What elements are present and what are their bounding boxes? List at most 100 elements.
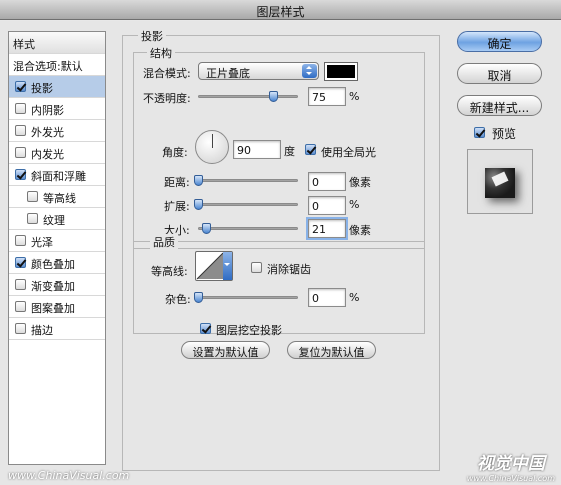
reset-default-button[interactable]: 复位为默认值 xyxy=(287,341,376,359)
opacity-input[interactable]: 75 xyxy=(308,87,346,106)
opacity-value: 75 xyxy=(312,91,326,104)
style-list-header[interactable]: 样式 xyxy=(9,32,105,54)
style-item-label: 等高线 xyxy=(43,192,76,205)
style-item[interactable]: 颜色叠加 xyxy=(9,252,105,274)
noise-input[interactable]: 0 xyxy=(308,288,346,307)
spread-slider[interactable] xyxy=(194,199,298,210)
noise-value: 0 xyxy=(312,292,319,305)
preview-shape xyxy=(485,168,515,198)
shadow-color-swatch[interactable] xyxy=(324,62,358,81)
distance-input[interactable]: 0 xyxy=(308,172,346,191)
contour-label: 等高线: xyxy=(151,265,188,278)
style-item-checkbox[interactable] xyxy=(15,235,26,246)
spread-input[interactable]: 0 xyxy=(308,196,346,215)
style-item[interactable]: 渐变叠加 xyxy=(9,274,105,296)
noise-label: 杂色: xyxy=(165,293,191,306)
style-item-label: 光泽 xyxy=(31,236,53,249)
spread-label: 扩展: xyxy=(164,200,190,213)
style-item-label: 图案叠加 xyxy=(31,302,75,315)
style-item[interactable]: 图案叠加 xyxy=(9,296,105,318)
style-item[interactable]: 描边 xyxy=(9,318,105,340)
style-item-checkbox[interactable] xyxy=(27,191,38,202)
style-item-label: 斜面和浮雕 xyxy=(31,170,86,183)
watermark-logo: 视觉中国 www.ChinaVisual.com xyxy=(467,449,555,483)
angle-dial[interactable] xyxy=(195,130,229,164)
style-item-checkbox[interactable] xyxy=(15,257,26,268)
size-slider-thumb[interactable] xyxy=(202,223,212,234)
size-slider-track xyxy=(198,227,298,230)
size-value: 21 xyxy=(312,223,326,236)
use-global-light-checkbox[interactable] xyxy=(305,144,316,155)
style-item[interactable]: 斜面和浮雕 xyxy=(9,164,105,186)
spread-unit: % xyxy=(349,198,360,211)
size-slider[interactable] xyxy=(198,223,298,234)
style-item[interactable]: 投影 xyxy=(9,76,105,98)
preview-checkbox[interactable] xyxy=(474,127,485,138)
angle-unit: 度 xyxy=(284,145,295,158)
watermark-logo-url: www.ChinaVisual.com xyxy=(466,474,555,483)
style-item[interactable]: 光泽 xyxy=(9,230,105,252)
blend-options-label: 混合选项:默认 xyxy=(13,60,83,73)
contour-picker[interactable] xyxy=(195,251,233,281)
blend-mode-select[interactable]: 正片叠底 xyxy=(198,62,319,80)
drop-shadow-title: 投影 xyxy=(138,28,166,44)
angle-value: 90 xyxy=(237,144,251,157)
spread-slider-track xyxy=(198,203,298,206)
style-item[interactable]: 内阴影 xyxy=(9,98,105,120)
structure-title: 结构 xyxy=(147,45,175,61)
anti-aliased-label: 消除锯齿 xyxy=(267,263,311,276)
style-item-checkbox[interactable] xyxy=(15,279,26,290)
style-item-checkbox[interactable] xyxy=(15,125,26,136)
opacity-slider-thumb[interactable] xyxy=(269,91,278,102)
quality-title: 品质 xyxy=(150,234,178,250)
size-unit: 像素 xyxy=(349,224,371,237)
cancel-button[interactable]: 取消 xyxy=(457,63,542,84)
style-item-checkbox[interactable] xyxy=(15,147,26,158)
style-item[interactable]: 内发光 xyxy=(9,142,105,164)
style-item[interactable]: 纹理 xyxy=(9,208,105,230)
angle-label: 角度: xyxy=(162,146,188,159)
style-item-label: 颜色叠加 xyxy=(31,258,75,271)
style-item-checkbox[interactable] xyxy=(27,213,38,224)
opacity-slider[interactable] xyxy=(198,91,298,102)
noise-slider-thumb[interactable] xyxy=(194,292,203,303)
style-item[interactable]: 外发光 xyxy=(9,120,105,142)
ok-button[interactable]: 确定 xyxy=(457,31,542,52)
style-item-label: 外发光 xyxy=(31,126,64,139)
style-item-checkbox[interactable] xyxy=(15,81,26,92)
style-item-label: 内发光 xyxy=(31,148,64,161)
style-item-checkbox[interactable] xyxy=(15,301,26,312)
style-item-checkbox[interactable] xyxy=(15,103,26,114)
noise-unit: % xyxy=(349,291,360,304)
anti-aliased-checkbox[interactable] xyxy=(251,262,262,273)
size-input[interactable]: 21 xyxy=(306,217,348,240)
title-bar: 图层样式 xyxy=(0,0,561,20)
opacity-slider-track xyxy=(198,95,298,98)
style-item-checkbox[interactable] xyxy=(15,169,26,180)
spread-slider-thumb[interactable] xyxy=(194,199,203,210)
distance-slider-thumb[interactable] xyxy=(194,175,203,186)
opacity-label: 不透明度: xyxy=(143,92,191,105)
blend-mode-label: 混合模式: xyxy=(143,67,191,80)
use-global-light-label: 使用全局光 xyxy=(321,146,376,159)
style-item-checkbox[interactable] xyxy=(15,323,26,334)
style-item[interactable]: 等高线 xyxy=(9,186,105,208)
preview-thumbnail xyxy=(467,149,533,214)
blend-mode-value: 正片叠底 xyxy=(206,67,250,80)
opacity-unit: % xyxy=(349,90,360,103)
layer-knocks-out-checkbox[interactable] xyxy=(200,323,211,334)
layer-knocks-out-label: 图层挖空投影 xyxy=(216,324,282,337)
angle-input[interactable]: 90 xyxy=(233,140,281,159)
contour-curve-icon xyxy=(196,252,224,280)
style-list-header-label: 样式 xyxy=(13,38,35,51)
make-default-button[interactable]: 设置为默认值 xyxy=(181,341,270,359)
blend-options-item[interactable]: 混合选项:默认 xyxy=(9,54,105,76)
style-item-label: 投影 xyxy=(31,82,53,95)
angle-dial-needle xyxy=(212,134,213,148)
distance-slider[interactable] xyxy=(194,175,298,186)
style-item-label: 渐变叠加 xyxy=(31,280,75,293)
noise-slider[interactable] xyxy=(194,292,298,303)
watermark-left: www.ChinaVisual.com xyxy=(8,469,130,482)
new-style-button[interactable]: 新建样式... xyxy=(457,95,542,116)
preview-label: 预览 xyxy=(492,127,517,141)
